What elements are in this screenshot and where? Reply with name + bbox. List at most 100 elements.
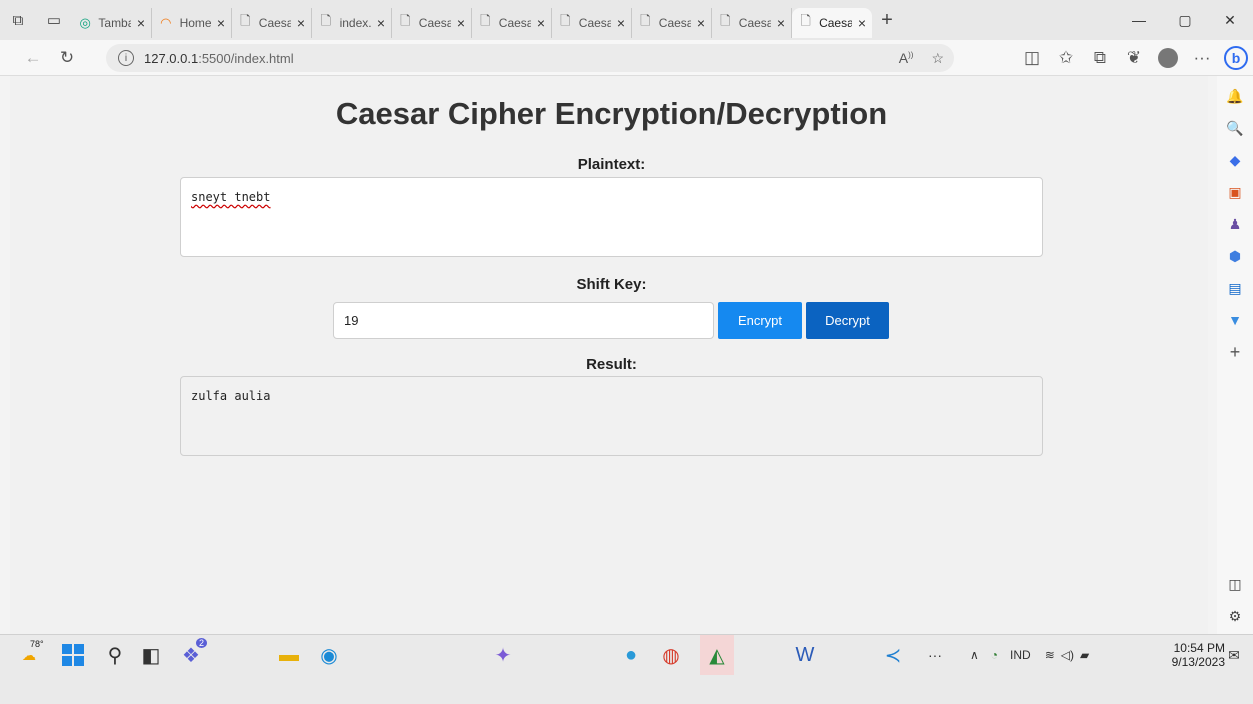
browser-tab[interactable]: 🗋 Caesa × <box>392 8 472 38</box>
restore-button[interactable]: ▢ <box>1162 0 1208 40</box>
chat-icon[interactable]: ❖ 2 <box>176 635 208 675</box>
search-icon[interactable]: 🔍 <box>1223 116 1247 140</box>
browser-tab[interactable]: 🗋 Caesa × <box>552 8 632 38</box>
app-icon[interactable]: ✦ <box>488 635 518 675</box>
system-tray: ∧ ◔ IND ≋ ◁) ▰ <box>970 635 1089 675</box>
page-title: Caesar Cipher Encryption/Decryption <box>335 96 888 131</box>
start-icon[interactable] <box>58 635 88 675</box>
page-icon: 🗋 <box>240 13 251 28</box>
plaintext-input[interactable]: sneyt tnebt <box>180 177 1043 257</box>
app-icon[interactable]: ● <box>616 635 646 675</box>
page-icon: 🗋 <box>480 13 491 28</box>
close-icon[interactable]: × <box>617 15 625 31</box>
edge-sidebar: 🔔 🔍 ◆ ▣ ♟ ⬢ ▤ ▼ + ◫ ⚙ <box>1217 76 1253 634</box>
add-icon[interactable]: + <box>1223 340 1247 364</box>
browser-tab[interactable]: 🗋 Caesa × <box>232 8 312 38</box>
result-value: zulfa aulia <box>191 389 271 403</box>
read-aloud-icon[interactable]: A)) <box>899 50 914 66</box>
task-view-icon[interactable]: ◧ <box>136 635 166 675</box>
refresh-button[interactable]: ↻ <box>50 43 84 73</box>
browser-tab[interactable]: ◠ Home × <box>152 8 232 38</box>
result-label: Result: <box>586 356 637 373</box>
browser-tab[interactable]: 🗋 Caesa × <box>632 8 712 38</box>
edge-icon[interactable]: ◉ <box>314 635 344 675</box>
address-bar[interactable]: i 127.0.0.1:5500/index.html A)) ☆ <box>106 44 954 72</box>
vscode-icon[interactable]: ≺ <box>878 635 908 675</box>
settings-icon[interactable]: ⚙ <box>1223 604 1247 628</box>
bing-copilot-icon[interactable]: b <box>1219 43 1253 73</box>
tab-title: Caesa <box>498 16 531 30</box>
page-content: Caesar Cipher Encryption/Decryption Plai… <box>10 76 1208 634</box>
more-options-icon[interactable]: ··· <box>1185 43 1219 73</box>
decrypt-button[interactable]: Decrypt <box>806 302 889 339</box>
tab-title: Caesa <box>658 16 691 30</box>
notifications-icon[interactable]: ✉ <box>1222 635 1246 675</box>
close-window-button[interactable]: ✕ <box>1207 0 1253 40</box>
page-icon: 🗋 <box>640 13 651 28</box>
wifi-icon[interactable]: ≋ <box>1045 648 1055 662</box>
word-icon[interactable]: W <box>790 635 820 675</box>
battery-icon[interactable]: ▰ <box>1080 648 1089 662</box>
bell-icon[interactable]: 🔔 <box>1223 84 1247 108</box>
games-icon[interactable]: ♟ <box>1223 212 1247 236</box>
file-explorer-icon[interactable]: ▬ <box>274 635 304 675</box>
tab-title: index. <box>339 16 371 30</box>
close-icon[interactable]: × <box>777 15 785 31</box>
chrome-icon[interactable]: ◍ <box>656 635 686 675</box>
network-status-icon[interactable]: ◔ <box>991 648 998 662</box>
close-icon[interactable]: × <box>297 15 305 31</box>
language-indicator[interactable]: IND <box>1010 648 1031 662</box>
drop-icon[interactable]: ▼ <box>1223 308 1247 332</box>
weather-temp: 78° <box>30 639 44 649</box>
encrypt-button[interactable]: Encrypt <box>718 302 802 339</box>
chevron-up-icon[interactable]: ∧ <box>970 648 979 662</box>
result-output[interactable]: zulfa aulia <box>180 376 1043 456</box>
tab-title: Caesa <box>258 16 291 30</box>
workspaces-icon[interactable]: ⧉ <box>0 0 36 40</box>
favorite-star-icon[interactable]: ☆ <box>931 50 944 67</box>
tag-icon[interactable]: ◆ <box>1223 148 1247 172</box>
weather-icon[interactable]: ☁ 78° <box>14 635 44 675</box>
minimize-button[interactable]: — <box>1116 0 1162 40</box>
profile-avatar[interactable] <box>1151 43 1185 73</box>
info-icon[interactable]: i <box>118 50 134 66</box>
clock[interactable]: 10:54 PM 9/13/2023 <box>1172 641 1225 669</box>
url-host: 127.0.0.1 <box>144 50 199 66</box>
outlook-icon[interactable]: ▤ <box>1223 276 1247 300</box>
browser-tab[interactable]: 🗋 Caesa × <box>472 8 552 38</box>
more-apps-icon[interactable]: ··· <box>920 635 950 675</box>
chatgpt-icon: ◎ <box>79 15 91 30</box>
browser-tab-active[interactable]: 🗋 Caesa × <box>792 8 872 38</box>
close-icon[interactable]: × <box>858 15 866 31</box>
collections-icon[interactable]: ⧉ <box>1083 43 1117 73</box>
browser-tab[interactable]: 🗋 index. × <box>312 8 392 38</box>
browser-tab[interactable]: ◎ Tamba × <box>72 8 152 38</box>
taskbar-search-icon[interactable]: ⚲ <box>100 635 130 675</box>
office-icon[interactable]: ⬢ <box>1223 244 1247 268</box>
close-icon[interactable]: × <box>377 15 385 31</box>
close-icon[interactable]: × <box>457 15 465 31</box>
taskbar: ☁ 78° ⚲ ◧ ❖ 2 ▬ ◉ ✦ ● ◍ ◭ W ≺ ··· ∧ ◔ IND … <box>0 634 1253 704</box>
close-icon[interactable]: × <box>697 15 705 31</box>
favorites-icon[interactable]: ✩ <box>1049 43 1083 73</box>
browser-tab[interactable]: 🗋 Caesa × <box>712 8 792 38</box>
volume-icon[interactable]: ◁) <box>1061 648 1074 662</box>
close-icon[interactable]: × <box>137 15 145 31</box>
loading-icon: ◠ <box>160 15 172 30</box>
new-tab-button[interactable]: + <box>872 9 902 32</box>
close-icon[interactable]: × <box>217 15 225 31</box>
toolbox-icon[interactable]: ▣ <box>1223 180 1247 204</box>
hide-sidebar-icon[interactable]: ◫ <box>1223 572 1247 596</box>
close-icon[interactable]: × <box>537 15 545 31</box>
extension-icon[interactable]: ❦ <box>1117 43 1151 73</box>
plaintext-value: sneyt tnebt <box>191 190 271 204</box>
split-screen-icon[interactable]: ◫ <box>1015 43 1049 73</box>
shift-key-input[interactable]: 19 <box>333 302 714 339</box>
shift-key-label: Shift Key: <box>576 276 647 293</box>
notify-count: 2 <box>196 638 208 648</box>
clock-date: 9/13/2023 <box>1171 655 1225 669</box>
back-button[interactable]: ← <box>16 43 50 73</box>
app-icon[interactable]: ◭ <box>700 635 734 675</box>
page-icon: 🗋 <box>720 13 731 28</box>
tab-actions-icon[interactable]: ▭ <box>36 0 72 40</box>
